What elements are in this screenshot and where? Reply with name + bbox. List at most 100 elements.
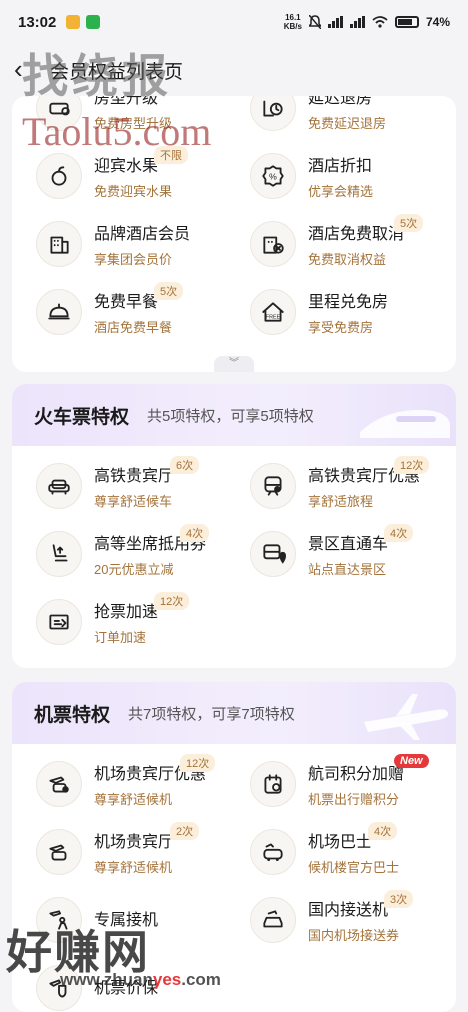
privilege-item[interactable]: 免费早餐 酒店免费早餐 5次 [20,278,234,346]
hotel-items-grid: 房型升级 免费房型升级 延迟退房 免费延迟退房 迎宾水果 免费迎宾水果 不限% … [12,96,456,346]
privilege-name: 房型升级 [94,96,159,107]
privilege-item[interactable]: 高等坐席抵用券 20元优惠立减 4次 [20,520,234,588]
flight-card-header: 机票特权 共7项特权，可享7项特权 [12,682,456,744]
train-items-grid: 高铁贵宾厅 尊享舒适候车 6次 高铁贵宾厅优惠 享舒适旅程 12次 高等坐席抵用… [12,446,456,656]
privilege-name: 品牌酒店会员 [94,226,191,243]
signal-icon [327,16,343,28]
plane-lounge-icon [36,829,82,875]
privilege-desc: 候机楼官方巴士 [308,860,400,875]
bed-upgrade-icon [36,96,82,131]
quota-badge: 3次 [384,890,414,908]
privilege-item[interactable]: 航司积分加赠 机票出行赠积分 New [234,750,448,818]
page-title: 会员权益列表页 [50,61,184,83]
airport-bus-icon [250,829,296,875]
bus-location-icon [250,531,296,577]
privilege-name: 航司积分加赠 [308,766,405,783]
wechat-icon [86,15,101,29]
svg-text:%: % [269,171,277,181]
privilege-desc: 机票出行赠积分 [308,792,400,807]
privilege-item[interactable]: FREE 里程兑免房 享受免费房 [234,278,448,346]
privilege-desc: 优享会精选 [308,184,374,199]
train-card-header: 火车票特权 共5项特权，可享5项特权 [12,384,456,446]
privilege-item[interactable]: 高铁贵宾厅 尊享舒适候车 6次 [20,452,234,520]
privilege-name: 酒店免费取消 [308,226,405,243]
discount-icon: % [250,153,296,199]
privilege-desc: 国内机场接送券 [308,928,400,943]
battery-icon [394,16,419,28]
car-transfer-icon [250,897,296,943]
flight-items-grid: 机场贵宾厅优惠 尊享舒适候机 12次 航司积分加赠 机票出行赠积分 New 机场… [12,744,456,1012]
back-button[interactable]: ‹ [14,56,42,84]
privilege-desc: 尊享舒适候机 [94,860,173,875]
privilege-desc: 站点直达景区 [308,562,387,577]
quota-badge: 5次 [154,282,184,300]
privilege-item[interactable]: 延迟退房 免费延迟退房 [234,96,448,142]
hotel-privileges-card: 房型升级 免费房型升级 延迟退房 免费延迟退房 迎宾水果 免费迎宾水果 不限% … [12,96,456,372]
train-privileges-card: 火车票特权 共5项特权，可享5项特权 高铁贵宾厅 尊享舒适候车 6次 高铁贵宾厅… [12,384,456,668]
privilege-item[interactable]: 国内接送机 国内机场接送券 3次 [234,886,448,954]
quota-badge: 4次 [384,524,414,542]
train-card-title: 火车票特权 [34,406,130,428]
network-speed: 16.1 KB/s [283,13,302,31]
sofa-icon [36,463,82,509]
privilege-desc: 尊享舒适候机 [94,792,173,807]
notification-app-icon [66,15,81,29]
svg-text:FREE: FREE [266,315,281,321]
privilege-name: 景区直通车 [308,536,389,553]
flight-card-title: 机票特权 [34,704,111,726]
late-checkout-icon [250,96,296,131]
battery-level: 74% [425,15,450,29]
breakfast-icon [36,289,82,335]
privilege-item[interactable]: 迎宾水果 免费迎宾水果 不限 [20,142,234,210]
privilege-name: 里程兑免房 [308,294,389,311]
privilege-item[interactable]: 品牌酒店会员 享集团会员价 [20,210,234,278]
privilege-desc: 免费取消权益 [308,252,387,267]
privilege-name: 延迟退房 [308,96,373,107]
privilege-item[interactable]: 抢票加速 订单加速 12次 [20,588,234,656]
privilege-name: 高铁贵宾厅 [94,468,175,485]
train-card-subtitle: 共5项特权，可享5项特权 [147,407,314,425]
privilege-item[interactable]: 酒店免费取消 免费取消权益 5次 [234,210,448,278]
quota-badge: 12次 [394,456,430,474]
status-time: 13:02 [18,13,57,31]
seat-upgrade-icon [36,531,82,577]
privilege-desc: 尊享舒适候车 [94,494,173,509]
privilege-desc: 酒店免费早餐 [94,320,173,335]
status-bar: 13:02 16.1 KB/s 74% [0,0,468,44]
privilege-item[interactable]: 房型升级 免费房型升级 [20,96,234,142]
mileage-room-icon: FREE [250,289,296,335]
privilege-item[interactable]: 专属接机 [20,886,234,954]
privilege-item[interactable]: 景区直通车 站点直达景区 4次 [234,520,448,588]
quota-badge: 5次 [394,214,424,232]
quota-badge: New [394,754,429,768]
privilege-desc: 20元优惠立减 [94,562,174,577]
privilege-name: 机票价保 [94,979,159,997]
privilege-desc: 免费房型升级 [94,116,173,131]
privilege-desc: 免费延迟退房 [308,116,387,131]
airline-points-icon [250,761,296,807]
brand-hotel-icon [36,221,82,267]
privilege-item[interactable]: % 酒店折扣 优享会精选 [234,142,448,210]
wifi-icon [372,16,388,28]
train-discount-icon [250,463,296,509]
privilege-item[interactable]: 高铁贵宾厅优惠 享舒适旅程 12次 [234,452,448,520]
privilege-item[interactable]: 机场贵宾厅 尊享舒适候机 2次 [20,818,234,886]
privilege-name: 酒店折扣 [308,158,373,175]
privilege-item[interactable]: 机场贵宾厅优惠 尊享舒适候机 12次 [20,750,234,818]
privilege-desc: 享集团会员价 [94,252,173,267]
privilege-desc: 享舒适旅程 [308,494,374,509]
quota-badge: 不限 [154,146,188,164]
fruit-icon [36,153,82,199]
privilege-desc: 订单加速 [94,630,147,645]
quota-badge: 6次 [170,456,200,474]
pickup-icon [36,897,82,943]
mute-icon [308,15,321,29]
privilege-item[interactable]: 机场巴士 候机楼官方巴士 4次 [234,818,448,886]
quota-badge: 4次 [180,524,210,542]
plane-lounge-discount-icon [36,761,82,807]
privilege-name: 机场贵宾厅 [94,834,175,851]
collapse-toggle[interactable]: ︾ [214,356,254,372]
privilege-item[interactable]: 机票价保 [20,954,234,1012]
flight-privileges-card: 机票特权 共7项特权，可享7项特权 机场贵宾厅优惠 尊享舒适候机 12次 航司积… [12,682,456,1012]
quota-badge: 4次 [368,822,398,840]
